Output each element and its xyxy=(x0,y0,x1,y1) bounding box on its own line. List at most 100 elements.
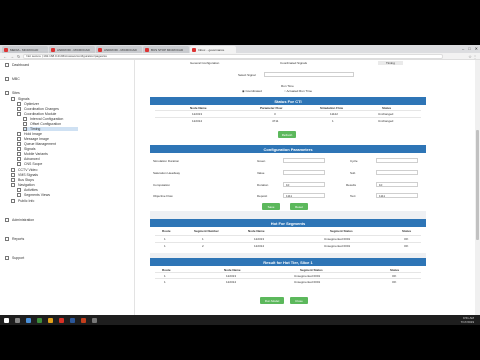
sidebar-item-segments-views[interactable]: Segments Views xyxy=(17,193,50,197)
search-icon[interactable] xyxy=(15,317,20,323)
start-icon[interactable] xyxy=(4,317,9,323)
reload-icon[interactable]: ↻ xyxy=(17,54,20,59)
mbc-icon xyxy=(5,77,9,81)
forward-icon[interactable]: → xyxy=(10,54,14,59)
sidebar-item-coordination-changes[interactable]: Coordination Changes xyxy=(17,107,59,111)
save-button[interactable]: Save xyxy=(262,203,280,210)
sidebar-item-signals[interactable]: Signals xyxy=(11,97,29,101)
browser-tab[interactable]: ANDROID - MICROCAD xyxy=(49,46,95,53)
queue-icon xyxy=(17,142,21,146)
task-view-icon[interactable] xyxy=(26,317,31,323)
back-icon[interactable]: ← xyxy=(3,54,7,59)
value-label: Value xyxy=(257,171,265,175)
sidebar-item-offset-configuration[interactable]: Offset Configuration xyxy=(23,122,61,126)
camera-icon xyxy=(11,168,15,172)
divider xyxy=(155,117,421,118)
browser-tab-active[interactable]: Inbox ...governance xyxy=(190,46,236,53)
sidebar-item-cctv-video[interactable]: CCTV Video xyxy=(11,168,37,172)
refresh-button[interactable]: Refresh xyxy=(278,131,296,138)
navigation-icon xyxy=(11,183,15,187)
browser-tab[interactable]: ANDROID - MICROCAD xyxy=(96,46,142,53)
app-icon[interactable] xyxy=(92,317,97,323)
screen: MEDIA - MICROCAD ANDROID - MICROCAD ANDR… xyxy=(0,45,480,315)
close-icon[interactable]: ✕ xyxy=(475,46,478,51)
chrome-icon[interactable] xyxy=(59,317,64,323)
browser-menu-icon[interactable]: ☆ ⋮ xyxy=(468,54,477,59)
sidebar-item-advanced[interactable]: Advanced xyxy=(17,157,40,161)
cycle-select[interactable] xyxy=(376,158,418,163)
sidebar-item-reports[interactable]: Reports xyxy=(5,237,24,241)
advanced-icon xyxy=(17,157,21,161)
sidebar-item-mbc[interactable]: MBC xyxy=(5,77,20,81)
tab-coordinated-signals[interactable]: Coordinated Signals xyxy=(280,61,307,65)
window-controls: – □ ✕ xyxy=(462,46,478,51)
scrollbar-thumb[interactable] xyxy=(476,130,479,240)
sidebar-item-public-info[interactable]: Public Info xyxy=(11,199,34,203)
powerpoint-icon[interactable] xyxy=(81,317,86,323)
sidebar-item-activities[interactable]: Activities xyxy=(17,188,38,192)
sidebar-item-label: Administration xyxy=(12,218,35,222)
hot-col-node-name: Node Name xyxy=(248,229,265,233)
radio-coordinated[interactable]: ◉ Coordinated xyxy=(242,89,262,93)
hot-col-segment-number: Segment Number xyxy=(194,229,219,233)
sidebar-item-cns-scope[interactable]: CNS Scope xyxy=(17,162,42,166)
computation-label: Computation xyxy=(153,183,171,187)
sidebar-item-dashboard[interactable]: Dashboard xyxy=(5,63,29,67)
saturation-headway-label: Saturation Headway xyxy=(153,171,181,175)
page-scrollbar[interactable] xyxy=(475,60,480,315)
timing-icon xyxy=(23,127,27,131)
sidebar-item-administration[interactable]: Administration xyxy=(5,218,34,222)
sidebar-item-queue-management[interactable]: Queue Management xyxy=(17,142,56,146)
sidebar-item-navigation[interactable]: Navigation xyxy=(11,183,35,187)
sub-select[interactable] xyxy=(376,170,418,175)
sidebar-item-signals-2[interactable]: Signals xyxy=(17,147,35,151)
clock[interactable]: 9:51 AM 7/17/2019 xyxy=(461,316,474,324)
sidebar-item-sites[interactable]: Sites xyxy=(5,91,20,95)
sidebar-item-label: Advanced xyxy=(24,157,40,161)
close-button[interactable]: Close xyxy=(290,297,308,304)
browser-tab[interactable]: MEDIA - MICROCAD xyxy=(2,46,48,53)
signal-select[interactable] xyxy=(264,72,354,77)
reset-button[interactable]: Reset xyxy=(290,203,308,210)
word-icon[interactable] xyxy=(70,317,75,323)
duration-value: 10 xyxy=(286,183,290,187)
sidebar-item-label: Navigation xyxy=(18,183,35,187)
browser-tab[interactable]: BUS STOP MICROCAD xyxy=(143,46,189,53)
sidebar-item-support[interactable]: Support xyxy=(5,256,24,260)
cycle-label: Cycle xyxy=(350,159,358,163)
green-select[interactable] xyxy=(283,158,325,163)
sidebar-item-message-image[interactable]: Message Image xyxy=(17,137,49,141)
text-input[interactable]: 1111 xyxy=(376,193,418,198)
radio-actuated[interactable]: ○ Actuated Run Time xyxy=(284,89,312,93)
tab-title: BUS STOP MICROCAD xyxy=(151,47,184,52)
maximize-icon[interactable]: □ xyxy=(468,46,470,51)
sidebar-item-optimizer[interactable]: Optimizer xyxy=(17,102,39,106)
table-cell: Unsegmented 0001 xyxy=(294,280,321,284)
tab-favicon-icon xyxy=(145,47,149,52)
results-input[interactable]: 10 xyxy=(376,182,418,187)
sidebar-item-hold-image[interactable]: Hold Image xyxy=(17,132,42,136)
table-cell: 1 xyxy=(332,119,334,123)
sidebar-item-coordination-module[interactable]: Coordination Module xyxy=(17,112,56,116)
tab-timing[interactable]: Timing xyxy=(378,61,403,65)
divider xyxy=(155,235,421,236)
tab-general-configuration[interactable]: General Configuration xyxy=(190,61,219,65)
address-bar[interactable]: Not secure | 192.168.0.21/Microwave/conf… xyxy=(23,53,444,59)
table-cell: 1 xyxy=(202,237,204,241)
sidebar-item-interval-configuration[interactable]: Interval Configuration xyxy=(23,117,63,121)
sidebar-item-label: Message Image xyxy=(24,137,49,141)
sidebar-item-timing[interactable]: Timing xyxy=(23,127,78,131)
folder-icon[interactable] xyxy=(48,317,53,323)
sidebar-item-mobile-variants[interactable]: Mobile Variants xyxy=(17,152,48,156)
run-model-button[interactable]: Run Model xyxy=(260,297,284,304)
excel-icon[interactable] xyxy=(37,317,42,323)
sidebar-item-label: Offset Configuration xyxy=(30,122,62,126)
deposit-input[interactable]: 1111 xyxy=(283,193,325,198)
minimize-icon[interactable]: – xyxy=(462,46,464,51)
info-icon xyxy=(11,199,15,203)
sidebar-item-vms-signals[interactable]: VMS Signals xyxy=(11,173,38,177)
sidebar-item-bus-stops[interactable]: Bus Stops xyxy=(11,178,34,182)
table-cell: OK xyxy=(404,244,409,248)
value-select[interactable] xyxy=(283,170,325,175)
duration-input[interactable]: 10 xyxy=(283,182,325,187)
